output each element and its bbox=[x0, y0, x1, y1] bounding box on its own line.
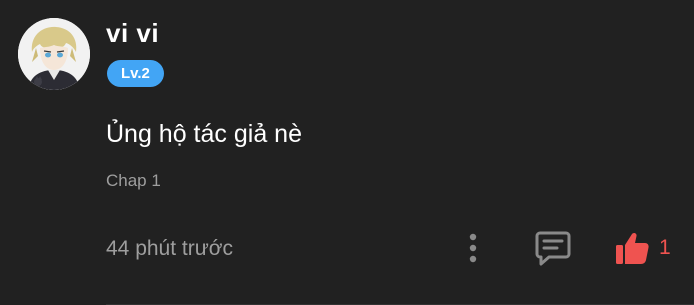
level-badge: Lv.2 bbox=[107, 60, 164, 87]
comment-text: Ủng hộ tác giả nè bbox=[106, 120, 302, 148]
comment-item: vi vi Lv.2 Ủng hộ tác giả nè Chap 1 44 p… bbox=[0, 0, 694, 305]
like-count: 1 bbox=[659, 236, 671, 259]
chapter-link[interactable]: Chap 1 bbox=[106, 171, 161, 191]
thumbs-up-icon bbox=[616, 232, 649, 264]
more-options-button[interactable] bbox=[458, 230, 488, 266]
username[interactable]: vi vi bbox=[106, 18, 159, 48]
more-vertical-icon bbox=[469, 233, 477, 263]
comment-reply-icon bbox=[535, 231, 571, 266]
avatar[interactable] bbox=[18, 18, 90, 90]
timestamp: 44 phút trước bbox=[106, 237, 234, 260]
avatar-illustration bbox=[18, 18, 90, 90]
like-button[interactable]: 1 bbox=[614, 228, 671, 268]
reply-button[interactable] bbox=[534, 229, 572, 267]
